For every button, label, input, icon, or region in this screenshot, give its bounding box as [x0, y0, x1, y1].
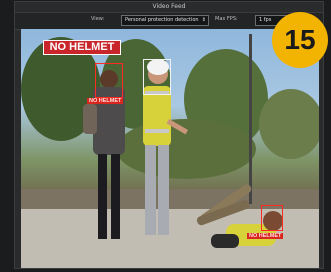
- window-title: Video Feed: [152, 3, 186, 10]
- view-label: View:: [91, 16, 105, 22]
- detection-box-violation[interactable]: [95, 63, 123, 98]
- detection-label: NO HELMET: [87, 98, 124, 104]
- view-select-value: Personal protection detection: [125, 17, 199, 23]
- fps-select-value: 1 fps: [259, 17, 272, 23]
- fps-label: Max FPS:: [215, 16, 238, 22]
- no-helmet-alert-banner: NO HELMET: [43, 40, 121, 55]
- video-frame: NO HELMET NO HELMET NO HELMET: [21, 29, 319, 268]
- detection-box-violation[interactable]: [261, 205, 283, 231]
- detection-box-compliant[interactable]: [143, 59, 171, 95]
- number-badge: 15: [272, 12, 328, 68]
- view-select[interactable]: Personal protection detection ⇕: [121, 15, 209, 26]
- detection-label: NO HELMET: [247, 233, 284, 239]
- dropdown-arrow-icon: ⇕: [201, 17, 206, 23]
